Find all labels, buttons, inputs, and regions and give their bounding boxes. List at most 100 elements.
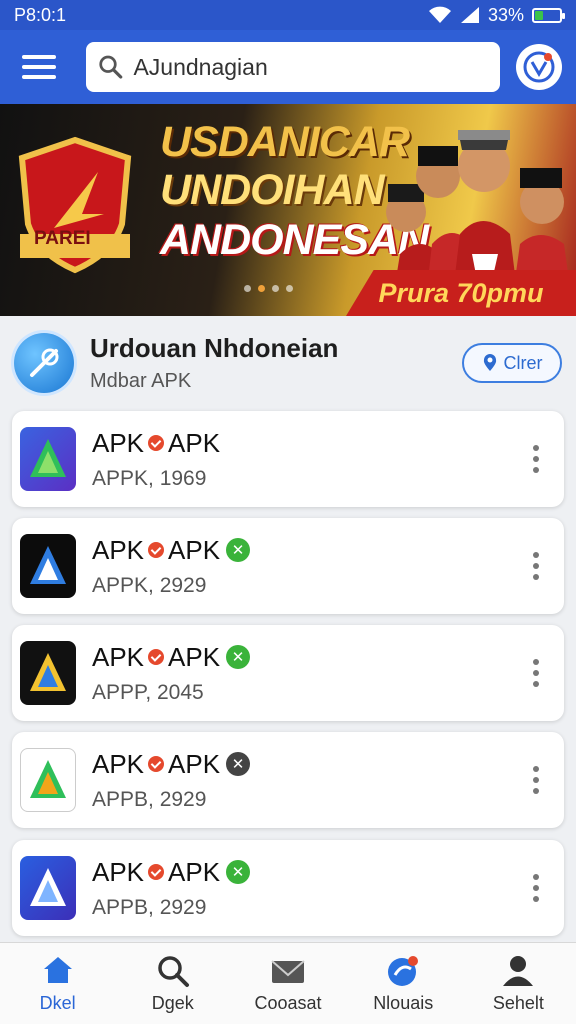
app-info: APK APK APPK, 1969: [92, 428, 516, 491]
promo-banner[interactable]: PAREI USDANICAR UNDOIHAN ANDONESAN Prura…: [0, 104, 576, 316]
nav-item-search[interactable]: Dgek: [115, 943, 230, 1024]
app-list-item[interactable]: APK APK ✕ APPP, 2045: [12, 625, 564, 721]
app-list-item[interactable]: APK APK ✕ APPB, 2929: [12, 840, 564, 936]
banner-price: Prura 70pmu: [346, 270, 576, 316]
verified-badge-icon: [148, 864, 165, 880]
play-triangle-blue-icon: [30, 868, 66, 906]
verified-badge-icon: [148, 542, 165, 558]
search-icon: [99, 55, 123, 79]
profile-button[interactable]: [516, 44, 562, 90]
shield-badge-icon: [18, 136, 132, 274]
more-dot: [533, 670, 539, 676]
app-title-left: APK: [92, 534, 145, 565]
search-icon: [158, 956, 189, 987]
more-dot: [533, 574, 539, 580]
more-dot: [533, 777, 539, 783]
carousel-indicators[interactable]: [244, 285, 293, 292]
play-triangle-white-icon: [30, 760, 66, 798]
pen-nib-icon: [30, 348, 59, 377]
nav-label: Cooasat: [254, 993, 322, 1013]
location-pin-icon: [483, 354, 496, 371]
signal-icon: [460, 7, 479, 23]
nav-item-mail[interactable]: Cooasat: [230, 943, 345, 1024]
app-title-right: APK: [168, 748, 221, 779]
app-meta: APPB, 2929: [92, 787, 207, 811]
app-icon: [20, 748, 76, 812]
app-icon: [20, 856, 76, 920]
app-meta: APPP, 2045: [92, 680, 204, 704]
publisher-info: Urdouan Nhdoneian Mdbar APK: [90, 333, 462, 393]
more-options-button[interactable]: [516, 750, 556, 810]
app-title: APK APK: [92, 428, 516, 459]
banner-badge-text: PAREI: [34, 228, 91, 249]
status-indicators: 33%: [428, 5, 565, 26]
app-info: APK APK ✕ APPB, 2929: [92, 857, 516, 920]
search-input[interactable]: [133, 53, 488, 81]
battery-icon: [532, 7, 565, 23]
app-title: APK APK ✕: [92, 857, 516, 888]
verified-badge-icon: [148, 756, 165, 772]
more-dot: [533, 681, 539, 687]
play-triangle-yellow-icon: [30, 653, 66, 691]
carousel-dot[interactable]: [272, 285, 279, 292]
app-icon: [20, 427, 76, 491]
play-triangle-green-icon: [30, 439, 66, 477]
user-icon: [503, 956, 534, 986]
publisher-subtitle: Mdbar APK: [90, 370, 192, 392]
status-ok-icon: ✕: [226, 645, 251, 669]
mail-icon: [271, 960, 305, 983]
app-title-left: APK: [92, 641, 145, 672]
app-list-item[interactable]: APK APK APPK, 1969: [12, 411, 564, 507]
more-dot: [533, 552, 539, 558]
app-list-item[interactable]: APK APK ✕ APPB, 2929: [12, 732, 564, 828]
menu-icon-bar: [22, 65, 56, 69]
app-meta: APPB, 2929: [92, 895, 207, 919]
more-options-button[interactable]: [516, 536, 556, 596]
nav-item-home[interactable]: Dkel: [0, 943, 115, 1024]
more-dot: [533, 659, 539, 665]
menu-icon: [22, 55, 56, 59]
carousel-dot[interactable]: [244, 285, 251, 292]
banner-title-line-2: UNDOIHAN: [160, 166, 385, 214]
home-icon: [43, 957, 72, 983]
more-dot: [533, 874, 539, 880]
publisher-logo: [14, 333, 74, 393]
more-options-button[interactable]: [516, 643, 556, 703]
app-info: APK APK ✕ APPB, 2929: [92, 749, 516, 812]
app-title-left: APK: [92, 856, 145, 887]
more-dot: [533, 788, 539, 794]
carousel-dot[interactable]: [286, 285, 293, 292]
app-title-left: APK: [92, 427, 145, 458]
menu-icon-bar: [22, 75, 56, 79]
bottom-navigation: Dkel Dgek Cooasat Nlouais Sehelt: [0, 942, 576, 1024]
play-triangle-dark-icon: [30, 546, 66, 584]
nav-label: Dgek: [151, 993, 194, 1013]
verified-badge-icon: [148, 649, 165, 665]
clear-button-label: Clrer: [503, 352, 543, 373]
carousel-dot[interactable]: [258, 285, 265, 292]
search-bar[interactable]: [86, 42, 500, 92]
app-icon: [20, 534, 76, 598]
status-ok-icon: ✕: [226, 538, 251, 562]
app-meta: APPK, 2929: [92, 573, 207, 597]
app-title: APK APK ✕: [92, 642, 516, 673]
more-options-button[interactable]: [516, 429, 556, 489]
app-bar: [0, 30, 576, 104]
nav-label: Nlouais: [373, 993, 434, 1013]
verified-badge-icon: [148, 435, 165, 451]
app-title-right: APK: [168, 427, 221, 458]
app-title-right: APK: [168, 856, 221, 887]
nav-label: Sehelt: [492, 993, 544, 1013]
menu-button[interactable]: [14, 42, 64, 92]
nav-item-user[interactable]: Sehelt: [461, 943, 576, 1024]
more-dot: [533, 766, 539, 772]
app-list-item[interactable]: APK APK ✕ APPK, 2929: [12, 518, 564, 614]
app-title: APK APK ✕: [92, 749, 516, 780]
nav-item-globe[interactable]: Nlouais: [346, 943, 461, 1024]
clear-button[interactable]: Clrer: [462, 343, 562, 383]
app-icon: [20, 641, 76, 705]
more-dot: [533, 456, 539, 462]
more-options-button[interactable]: [516, 858, 556, 918]
wifi-icon: [428, 6, 451, 23]
app-meta: APPK, 1969: [92, 466, 207, 490]
